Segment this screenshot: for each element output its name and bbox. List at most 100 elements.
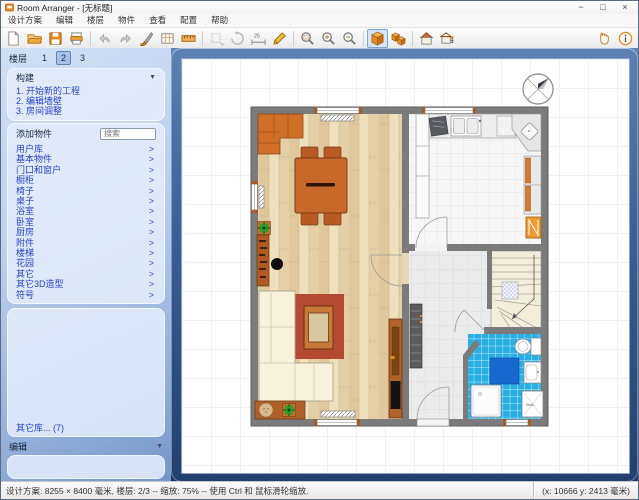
titlebar: Room Arranger - [无标题] − □ ×: [1, 1, 638, 14]
walkthrough-button[interactable]: [437, 29, 458, 48]
collapse-arrow-icon[interactable]: ▼: [156, 443, 163, 450]
category-kitchen[interactable]: 厨房>: [8, 227, 164, 237]
menu-design[interactable]: 设计方案: [1, 14, 49, 27]
edit-header[interactable]: 编辑 ▼: [1, 438, 171, 454]
category-accessories[interactable]: 附件>: [8, 238, 164, 248]
chevron-right-icon: >: [149, 238, 154, 248]
house-3d-icon: [419, 31, 434, 46]
draw-walls-button[interactable]: [269, 29, 290, 48]
menu-objects[interactable]: 物件: [111, 14, 142, 27]
zoom-out-button[interactable]: [339, 29, 360, 48]
print-icon: [69, 31, 84, 46]
rotate-button[interactable]: [227, 29, 248, 48]
new-document-icon: [6, 31, 21, 46]
chevron-right-icon: >: [149, 175, 154, 185]
info-icon: [618, 31, 633, 46]
view-3d-button[interactable]: [367, 29, 388, 48]
house-3d-button[interactable]: [416, 29, 437, 48]
category-doors-windows[interactable]: 门口和窗户>: [8, 165, 164, 175]
dimension-button[interactable]: 25: [248, 29, 269, 48]
floor-tab-1[interactable]: 1: [37, 51, 52, 65]
plan-grid-button[interactable]: [157, 29, 178, 48]
hand-tool-icon: [597, 31, 612, 46]
menu-floors[interactable]: 楼层: [80, 14, 111, 27]
washing-machine[interactable]: WMa: [522, 391, 543, 417]
category-user-library[interactable]: 用户库>: [8, 144, 164, 154]
zoom-region-button[interactable]: [297, 29, 318, 48]
info-button[interactable]: [615, 29, 636, 48]
print-button[interactable]: [66, 29, 87, 48]
transform-button[interactable]: [206, 29, 227, 48]
add-objects-title: 添加物件: [16, 127, 52, 140]
other-libraries-link[interactable]: 其它库... (7): [8, 421, 164, 436]
menu-edit[interactable]: 编辑: [49, 14, 80, 27]
object-categories: 用户库> 基本物件> 门口和窗户> 橱柜> 椅子> 桌子> 浴室> 卧室> 厨房…: [8, 142, 164, 303]
category-stairs[interactable]: 楼梯>: [8, 248, 164, 258]
radiator[interactable]: [259, 186, 264, 208]
zoom-in-button[interactable]: [318, 29, 339, 48]
category-chairs[interactable]: 椅子>: [8, 186, 164, 196]
statusbar: 设计方案: 8255 × 8400 毫米, 楼层: 2/3 -- 缩放: 75%…: [1, 481, 638, 499]
open-button[interactable]: [24, 29, 45, 48]
zoom-region-icon: [300, 31, 315, 46]
category-basic-objects[interactable]: 基本物件>: [8, 154, 164, 164]
bookshelf: [257, 235, 269, 286]
radiator[interactable]: [321, 115, 354, 121]
staircase[interactable]: [487, 251, 541, 329]
undo-icon: [97, 31, 112, 46]
format-brush-button[interactable]: [136, 29, 157, 48]
canvas-area: WMa: [171, 48, 638, 482]
undo-button[interactable]: [94, 29, 115, 48]
zoom-out-icon: [342, 31, 357, 46]
hall-shelf[interactable]: [410, 304, 422, 368]
category-bathroom[interactable]: 浴室>: [8, 206, 164, 216]
walkthrough-icon: [440, 31, 455, 46]
svg-text:25: 25: [254, 33, 260, 39]
toilet[interactable]: [515, 338, 541, 355]
collapse-arrow-icon[interactable]: ▼: [149, 74, 156, 81]
category-tables[interactable]: 桌子>: [8, 196, 164, 206]
step-new-project[interactable]: 1. 开始新的工程: [8, 86, 164, 96]
hand-tool-button[interactable]: [594, 29, 615, 48]
objects-3d-icon: [391, 31, 406, 46]
build-header[interactable]: 构建 ▼: [8, 69, 164, 85]
floor-tab-2[interactable]: 2: [56, 51, 71, 65]
minimize-button[interactable]: −: [570, 1, 592, 14]
category-cabinets[interactable]: 橱柜>: [8, 175, 164, 185]
menu-help[interactable]: 帮助: [204, 14, 235, 27]
close-button[interactable]: ×: [614, 1, 636, 14]
object-search-input[interactable]: [100, 128, 156, 140]
open-folder-icon: [27, 31, 42, 46]
objects-3d-button[interactable]: [388, 29, 409, 48]
menu-options[interactable]: 配置: [173, 14, 204, 27]
save-icon: [48, 31, 63, 46]
category-bedroom[interactable]: 卧室>: [8, 217, 164, 227]
save-button[interactable]: [45, 29, 66, 48]
chevron-right-icon: >: [149, 206, 154, 216]
chevron-right-icon: >: [149, 290, 154, 300]
bath-rug[interactable]: [490, 358, 519, 384]
maximize-button[interactable]: □: [592, 1, 614, 14]
chevron-right-icon: >: [149, 248, 154, 258]
step-adjust-rooms[interactable]: 3. 房间调整: [8, 106, 164, 116]
step-edit-walls[interactable]: 2. 编辑墙壁: [8, 96, 164, 106]
category-garden[interactable]: 花园>: [8, 258, 164, 268]
shower[interactable]: [471, 385, 501, 417]
pouf: [259, 403, 273, 417]
menu-view[interactable]: 查看: [142, 14, 173, 27]
window-title: Room Arranger - [无标题]: [17, 2, 112, 14]
chevron-right-icon: >: [149, 144, 154, 154]
category-other-3d[interactable]: 其它3D造型>: [8, 279, 164, 289]
category-symbols[interactable]: 符号>: [8, 290, 164, 300]
bathroom-sink[interactable]: [524, 362, 541, 383]
drawing-paper[interactable]: WMa: [181, 58, 630, 474]
chevron-right-icon: >: [149, 279, 154, 289]
new-button[interactable]: [3, 29, 24, 48]
radiator[interactable]: [321, 411, 355, 417]
category-other[interactable]: 其它>: [8, 269, 164, 279]
rotate-icon: [230, 31, 245, 46]
redo-button[interactable]: [115, 29, 136, 48]
ruler-button[interactable]: [178, 29, 199, 48]
floor-tab-3[interactable]: 3: [75, 51, 90, 65]
dimension-icon: 25: [251, 31, 266, 46]
